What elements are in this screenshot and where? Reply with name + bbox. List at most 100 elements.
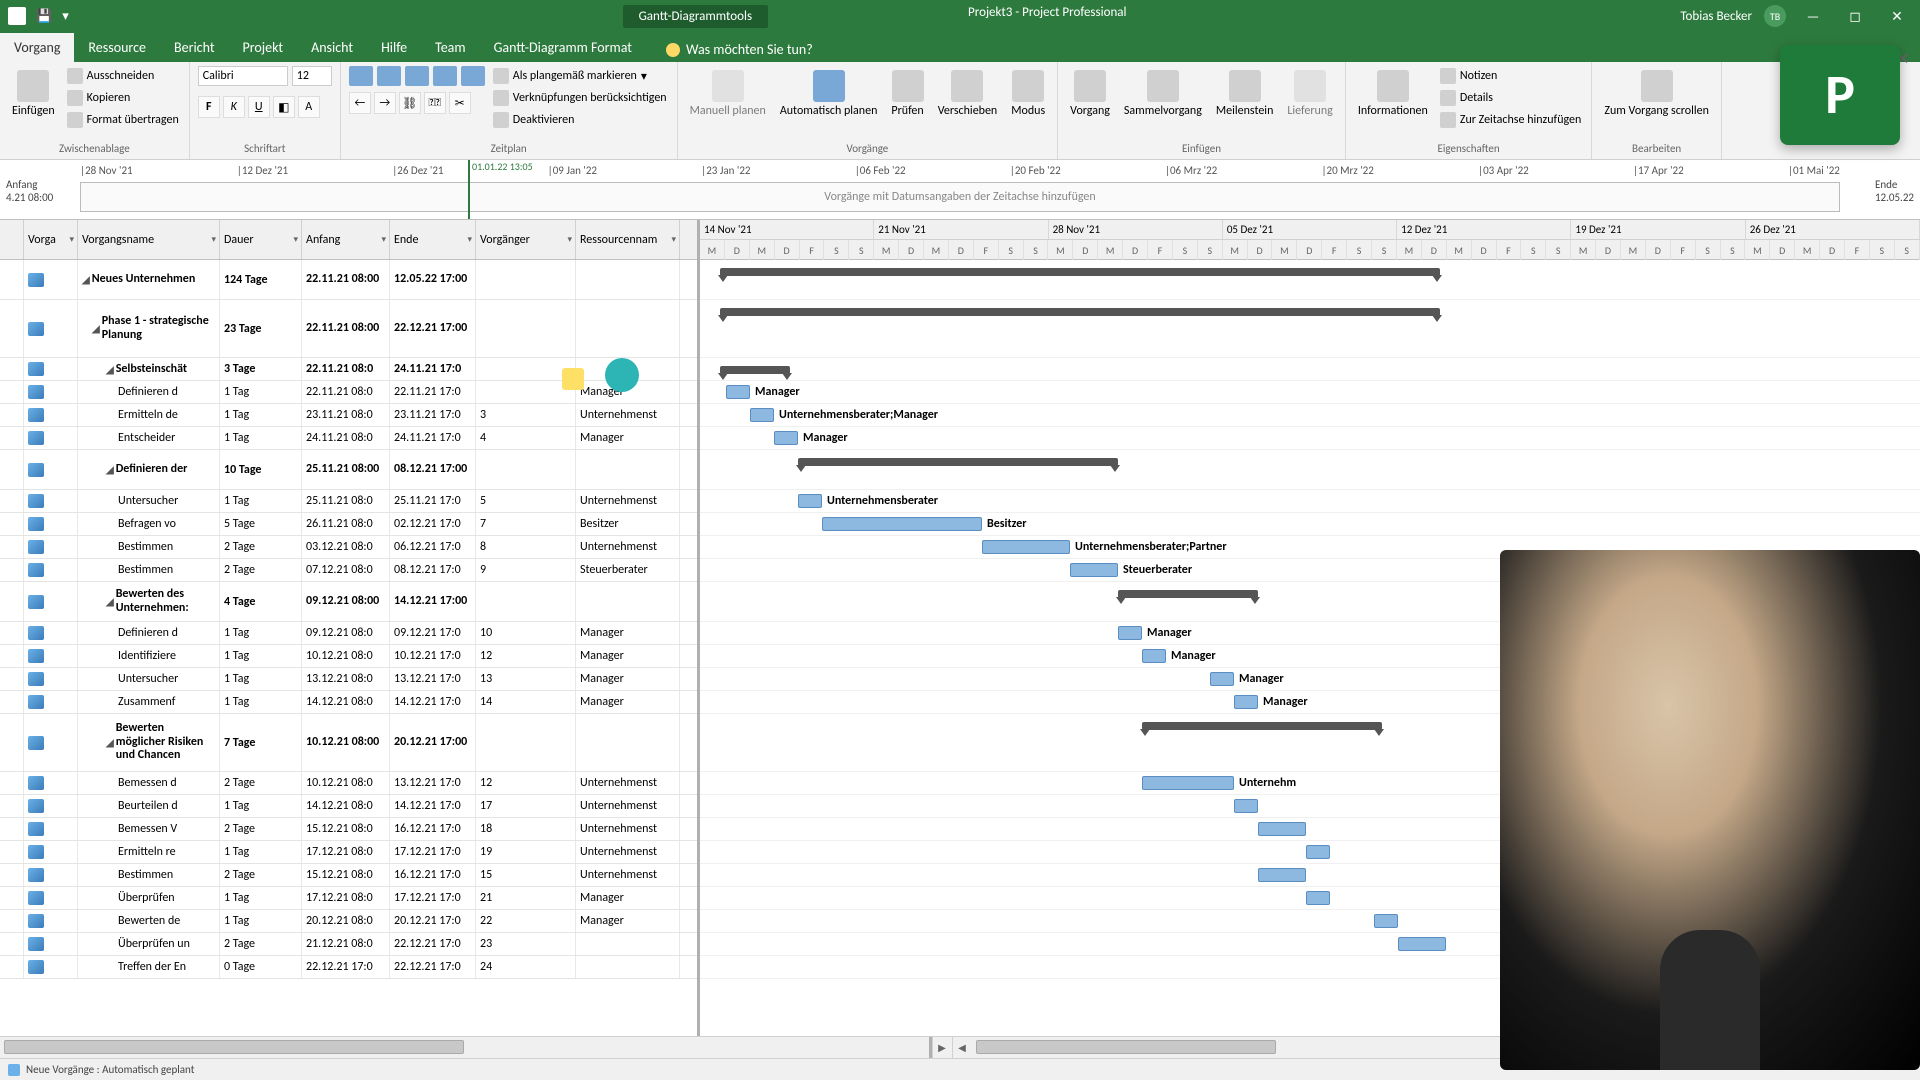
grid-scroll-right[interactable]: ▶ (932, 1037, 952, 1058)
font-name-input[interactable] (198, 66, 288, 86)
user-avatar[interactable]: TB (1764, 5, 1786, 27)
minimize-button[interactable]: — (1798, 1, 1828, 31)
summary-bar[interactable] (720, 366, 790, 374)
table-row[interactable]: ◢Bewerten des Unternehmen:4 Tage09.12.21… (0, 582, 697, 622)
summary-bar[interactable] (720, 308, 1440, 316)
font-size-input[interactable] (292, 66, 332, 86)
summary-bar[interactable] (1118, 590, 1258, 598)
summary-bar[interactable] (798, 458, 1118, 466)
summary-bar[interactable] (1142, 722, 1382, 730)
tab-ansicht[interactable]: Ansicht (297, 33, 367, 62)
col-mode[interactable]: Vorga▾ (24, 220, 78, 259)
table-row[interactable]: Treffen der En0 Tage22.12.21 17:022.12.2… (0, 956, 697, 979)
col-end[interactable]: Ende▾ (390, 220, 476, 259)
underline-button[interactable]: U (248, 96, 270, 118)
grid-scroll-thumb[interactable] (4, 1040, 464, 1054)
italic-button[interactable]: K (223, 96, 245, 118)
task-bar[interactable] (1306, 891, 1330, 905)
table-row[interactable]: Zusammenf1 Tag14.12.21 08:014.12.21 17:0… (0, 691, 697, 714)
split-button[interactable]: ✂ (449, 92, 471, 114)
task-bar[interactable]: Manager (1118, 626, 1142, 640)
add-to-timeline-button[interactable]: Zur Zeitachse hinzufügen (1438, 110, 1584, 130)
inspect-button[interactable]: Prüfen (887, 66, 927, 122)
respect-links-button[interactable]: Verknüpfungen berücksichtigen (491, 88, 669, 108)
pct-50-icon[interactable] (405, 66, 429, 86)
table-row[interactable]: Befragen vo5 Tage26.11.21 08:002.12.21 1… (0, 513, 697, 536)
task-bar[interactable] (1234, 799, 1258, 813)
task-bar[interactable]: Manager (726, 385, 750, 399)
move-button[interactable]: Verschieben (934, 66, 1002, 122)
timeline-bar[interactable]: Vorgänge mit Datumsangaben der Zeitachse… (80, 182, 1840, 212)
tab-bericht[interactable]: Bericht (160, 33, 229, 62)
table-row[interactable]: Bewerten de1 Tag20.12.21 08:020.12.21 17… (0, 910, 697, 933)
tab-hilfe[interactable]: Hilfe (367, 33, 421, 62)
table-row[interactable]: Beurteilen d1 Tag14.12.21 08:014.12.21 1… (0, 795, 697, 818)
auto-schedule-button[interactable]: Automatisch planen (776, 66, 882, 122)
insert-deliverable-button[interactable]: Lieferung (1283, 66, 1336, 122)
deactivate-button[interactable]: Deaktivieren (491, 110, 669, 130)
copy-button[interactable]: Kopieren (65, 88, 181, 108)
task-bar[interactable]: Unternehmensberater;Manager (750, 408, 774, 422)
tab-format[interactable]: Gantt-Diagramm Format (480, 33, 646, 62)
indent-button[interactable]: → (374, 92, 396, 114)
close-button[interactable]: ✕ (1882, 1, 1912, 31)
task-bar[interactable] (1258, 868, 1306, 882)
tab-projekt[interactable]: Projekt (229, 33, 298, 62)
mode-button[interactable]: Modus (1007, 66, 1049, 122)
table-row[interactable]: Definieren d1 Tag09.12.21 08:009.12.21 1… (0, 622, 697, 645)
task-bar[interactable]: Unternehm (1142, 776, 1234, 790)
insert-task-button[interactable]: Vorgang (1066, 66, 1114, 122)
task-bar[interactable]: Manager (1142, 649, 1166, 663)
pct-0-icon[interactable] (349, 66, 373, 86)
col-predecessors[interactable]: Vorgänger▾ (476, 220, 576, 259)
col-name[interactable]: Vorgangsname▾ (78, 220, 220, 259)
paste-button[interactable]: Einfügen (8, 66, 59, 122)
table-row[interactable]: Ermitteln re1 Tag17.12.21 08:017.12.21 1… (0, 841, 697, 864)
task-bar[interactable]: Unternehmensberater (798, 494, 822, 508)
table-row[interactable]: Ermitteln de1 Tag23.11.21 08:023.11.21 1… (0, 404, 697, 427)
save-icon[interactable]: 💾 (36, 9, 52, 24)
table-row[interactable]: Identifiziere1 Tag10.12.21 08:010.12.21 … (0, 645, 697, 668)
table-row[interactable]: Überprüfen1 Tag17.12.21 08:017.12.21 17:… (0, 887, 697, 910)
tab-ressource[interactable]: Ressource (74, 33, 160, 62)
task-bar[interactable]: Steuerberater (1070, 563, 1118, 577)
table-row[interactable]: Definieren d1 Tag22.11.21 08:022.11.21 1… (0, 381, 697, 404)
timeline-strip[interactable]: Anfang 4.21 08:00 Ende 12.05.22 |28 Nov … (0, 160, 1920, 220)
table-row[interactable]: ◢Neues Unternehmen124 Tage22.11.21 08:00… (0, 260, 697, 300)
table-row[interactable]: Bestimmen2 Tage03.12.21 08:006.12.21 17:… (0, 536, 697, 559)
font-color-button[interactable]: A (298, 96, 320, 118)
table-row[interactable]: ◢Bewerten möglicher Risiken und Chancen7… (0, 714, 697, 772)
outdent-button[interactable]: ← (349, 92, 371, 114)
table-row[interactable]: Überprüfen un2 Tage21.12.21 08:022.12.21… (0, 933, 697, 956)
table-row[interactable]: Untersucher1 Tag13.12.21 08:013.12.21 17… (0, 668, 697, 691)
table-row[interactable]: Bestimmen2 Tage15.12.21 08:016.12.21 17:… (0, 864, 697, 887)
task-bar[interactable] (1306, 845, 1330, 859)
scroll-to-task-button[interactable]: Zum Vorgang scrollen (1600, 66, 1713, 122)
tab-team[interactable]: Team (421, 33, 479, 62)
mark-ontrack-button[interactable]: Als plangemäß markieren ▾ (491, 66, 669, 86)
manual-schedule-button[interactable]: Manuell planen (686, 66, 770, 122)
format-painter-button[interactable]: Format übertragen (65, 110, 181, 130)
table-row[interactable]: Bemessen d2 Tage10.12.21 08:013.12.21 17… (0, 772, 697, 795)
task-grid[interactable]: Vorga▾ Vorgangsname▾ Dauer▾ Anfang▾ Ende… (0, 220, 700, 1036)
pct-25-icon[interactable] (377, 66, 401, 86)
gantt-scroll-thumb[interactable] (976, 1040, 1276, 1054)
notes-button[interactable]: Notizen (1438, 66, 1584, 86)
pct-100-icon[interactable] (461, 66, 485, 86)
table-row[interactable]: Bemessen V2 Tage15.12.21 08:016.12.21 17… (0, 818, 697, 841)
task-bar[interactable]: Manager (1210, 672, 1234, 686)
task-bar[interactable]: Manager (774, 431, 798, 445)
task-bar[interactable]: Unternehmensberater;Partner (982, 540, 1070, 554)
insert-summary-button[interactable]: Sammelvorgang (1120, 66, 1206, 122)
tell-me-search[interactable]: Was möchten Sie tun? (666, 37, 813, 62)
col-duration[interactable]: Dauer▾ (220, 220, 302, 259)
task-bar[interactable]: Manager (1234, 695, 1258, 709)
link-button[interactable]: ⛓ (399, 92, 421, 114)
bold-button[interactable]: F (198, 96, 220, 118)
cut-button[interactable]: Ausschneiden (65, 66, 181, 86)
details-button[interactable]: Details (1438, 88, 1584, 108)
task-bar[interactable] (1374, 914, 1398, 928)
gantt-scroll-left[interactable]: ◀ (952, 1037, 972, 1058)
fill-color-button[interactable]: ◧ (273, 96, 295, 118)
maximize-button[interactable]: ◻ (1840, 1, 1870, 31)
